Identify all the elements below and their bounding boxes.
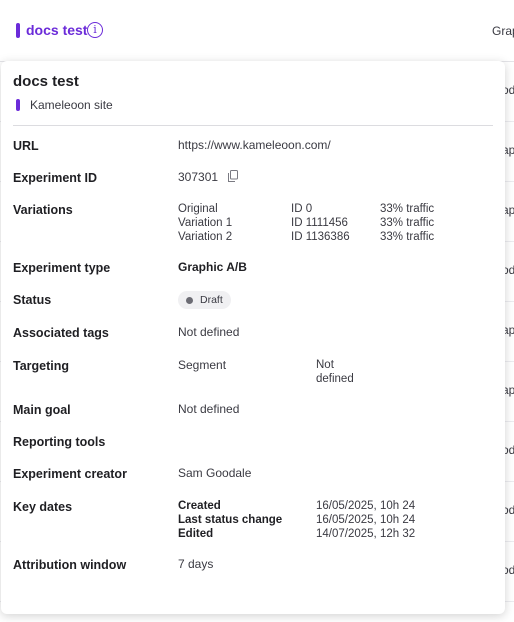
variation-traffic: 33% traffic <box>380 203 435 215</box>
column-cell-partial: Grap <box>492 24 514 38</box>
site-label: Kameleoon site <box>13 98 113 112</box>
popover-title: docs test <box>13 73 79 90</box>
variation-id: ID 1111456 <box>291 217 348 229</box>
site-name: Kameleoon site <box>30 98 113 112</box>
experiment-type-value: Graphic A/B <box>178 260 247 274</box>
experiment-type-label: Experiment type <box>13 261 111 275</box>
info-icon[interactable]: i <box>87 22 103 38</box>
divider <box>13 125 493 126</box>
experiment-id-label: Experiment ID <box>13 171 98 185</box>
attribution-label: Attribution window <box>13 558 127 572</box>
date-label: Edited <box>178 528 214 540</box>
targeting-key: Segment <box>178 358 227 372</box>
variation-name: Original <box>178 203 218 215</box>
variation-id: ID 1136386 <box>291 231 350 243</box>
date-value: 16/05/2025, 10h 24 <box>316 500 416 512</box>
url-value[interactable]: https://www.kameleoon.com/ <box>178 138 331 152</box>
variation-id: ID 0 <box>291 203 313 215</box>
experiment-id-value: 307301 <box>178 170 219 184</box>
status-text: Draft <box>200 294 223 306</box>
date-label: Created <box>178 500 221 512</box>
url-label: URL <box>13 139 39 153</box>
main-goal-label: Main goal <box>13 403 71 417</box>
tags-value: Not defined <box>178 325 240 339</box>
tags-label: Associated tags <box>13 326 109 340</box>
status-dot-icon <box>186 296 193 304</box>
variation-traffic: 33% traffic <box>380 231 435 243</box>
variation-name: Variation 2 <box>178 231 233 243</box>
site-color-bar <box>16 23 20 38</box>
creator-label: Experiment creator <box>13 467 127 481</box>
targeting-value-cont: defined <box>316 373 354 385</box>
date-value: 14/07/2025, 12h 32 <box>316 528 416 540</box>
targeting-value: Not <box>316 359 334 371</box>
key-dates-label: Key dates <box>13 500 73 514</box>
variations-label: Variations <box>13 203 73 217</box>
status-badge: Draft <box>178 291 231 309</box>
experiment-details-popover: docs test Kameleoon site URL https://www… <box>1 61 505 614</box>
experiment-name-link[interactable]: docs test <box>26 22 87 38</box>
date-label: Last status change <box>178 514 283 526</box>
attribution-value: 7 days <box>178 557 214 571</box>
experiment-row-header[interactable]: docs test i Grap <box>0 0 514 62</box>
reporting-tools-label: Reporting tools <box>13 435 106 449</box>
copy-icon[interactable] <box>228 170 238 182</box>
variation-traffic: 33% traffic <box>380 217 435 229</box>
creator-value: Sam Goodale <box>178 466 252 480</box>
date-value: 16/05/2025, 10h 24 <box>316 514 416 526</box>
site-color-bar <box>16 99 20 111</box>
targeting-label: Targeting <box>13 359 70 373</box>
status-label: Status <box>13 293 52 307</box>
variation-name: Variation 1 <box>178 217 233 229</box>
main-goal-value: Not defined <box>178 402 240 416</box>
